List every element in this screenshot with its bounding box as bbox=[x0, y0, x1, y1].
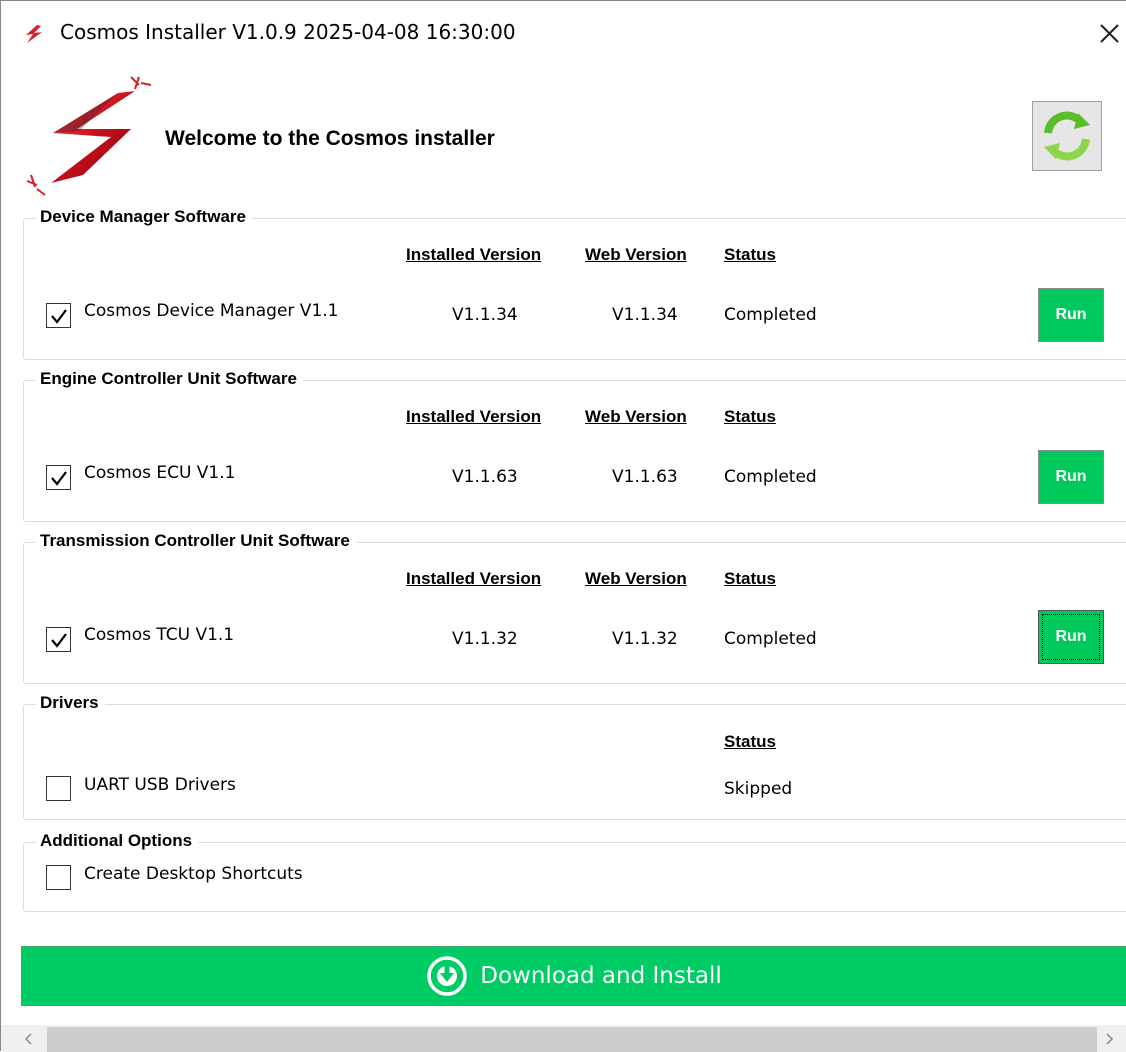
run-button-device-manager[interactable]: Run bbox=[1038, 288, 1104, 342]
scroll-left-icon[interactable] bbox=[21, 1031, 37, 1047]
col-status: Status bbox=[724, 245, 776, 264]
status-value: Completed bbox=[724, 467, 817, 487]
item-label-desktop-shortcuts: Create Desktop Shortcuts bbox=[84, 864, 303, 884]
download-install-button[interactable]: Download and Install bbox=[21, 946, 1126, 1006]
installed-version-value: V1.1.32 bbox=[452, 629, 518, 649]
cosmos-lightning-logo bbox=[26, 76, 152, 196]
status-value: Skipped bbox=[724, 779, 793, 799]
web-version-value: V1.1.34 bbox=[612, 305, 678, 325]
col-status: Status bbox=[724, 569, 776, 588]
close-button[interactable] bbox=[1091, 15, 1126, 51]
group-title: Additional Options bbox=[36, 831, 199, 851]
col-web-version: Web Version bbox=[585, 245, 687, 264]
item-label-device-manager: Cosmos Device Manager V1.1 bbox=[84, 301, 339, 321]
checkmark-icon bbox=[51, 471, 67, 486]
checkbox-desktop-shortcuts[interactable] bbox=[46, 865, 71, 890]
installed-version-value: V1.1.63 bbox=[452, 467, 518, 487]
checkmark-icon bbox=[51, 633, 67, 648]
group-drivers: Drivers Status UART USB Drivers Skipped bbox=[23, 693, 1126, 820]
refresh-icon bbox=[1044, 111, 1090, 161]
col-web-version: Web Version bbox=[585, 569, 687, 588]
col-installed-version: Installed Version bbox=[406, 407, 542, 426]
download-circle-icon bbox=[427, 956, 468, 996]
item-label-uart-usb-drivers: UART USB Drivers bbox=[84, 775, 236, 795]
item-label-ecu: Cosmos ECU V1.1 bbox=[84, 463, 236, 483]
run-button-tcu[interactable]: Run bbox=[1038, 610, 1104, 664]
web-version-value: V1.1.63 bbox=[612, 467, 678, 487]
group-tcu: Transmission Controller Unit Software In… bbox=[23, 531, 1126, 684]
scroll-right-icon[interactable] bbox=[1101, 1031, 1117, 1047]
checkbox-uart-usb-drivers[interactable] bbox=[46, 776, 71, 801]
col-installed-version: Installed Version bbox=[406, 569, 542, 588]
status-value: Completed bbox=[724, 629, 817, 649]
checkbox-tcu[interactable] bbox=[46, 627, 71, 652]
group-device-manager: Device Manager Software Installed Versio… bbox=[23, 207, 1126, 360]
col-web-version: Web Version bbox=[585, 407, 687, 426]
col-installed-version: Installed Version bbox=[406, 245, 542, 264]
group-ecu: Engine Controller Unit Software Installe… bbox=[23, 369, 1126, 522]
group-title: Engine Controller Unit Software bbox=[36, 369, 303, 389]
group-title: Device Manager Software bbox=[36, 207, 252, 227]
group-additional-options: Additional Options Create Desktop Shortc… bbox=[23, 831, 1126, 912]
col-status: Status bbox=[724, 407, 776, 426]
title-bar: Cosmos Installer V1.0.9 2025-04-08 16:30… bbox=[1, 1, 1126, 65]
installer-window: Cosmos Installer V1.0.9 2025-04-08 16:30… bbox=[0, 0, 1126, 1052]
horizontal-scrollbar[interactable] bbox=[1, 1025, 1126, 1052]
checkmark-icon bbox=[51, 309, 67, 324]
status-value: Completed bbox=[724, 305, 817, 325]
web-version-value: V1.1.32 bbox=[612, 629, 678, 649]
close-icon bbox=[1100, 24, 1119, 43]
checkbox-ecu[interactable] bbox=[46, 465, 71, 490]
col-status: Status bbox=[724, 732, 776, 751]
download-install-label: Download and Install bbox=[480, 963, 722, 989]
refresh-button[interactable] bbox=[1032, 101, 1102, 171]
scrollbar-thumb[interactable] bbox=[47, 1027, 1097, 1052]
group-title: Transmission Controller Unit Software bbox=[36, 531, 356, 551]
item-label-tcu: Cosmos TCU V1.1 bbox=[84, 625, 235, 645]
installed-version-value: V1.1.34 bbox=[452, 305, 518, 325]
window-title: Cosmos Installer V1.0.9 2025-04-08 16:30… bbox=[60, 20, 516, 44]
lightning-icon bbox=[26, 25, 42, 43]
checkbox-device-manager[interactable] bbox=[46, 303, 71, 328]
welcome-heading: Welcome to the Cosmos installer bbox=[165, 127, 495, 150]
run-button-ecu[interactable]: Run bbox=[1038, 450, 1104, 504]
group-title: Drivers bbox=[36, 693, 105, 713]
